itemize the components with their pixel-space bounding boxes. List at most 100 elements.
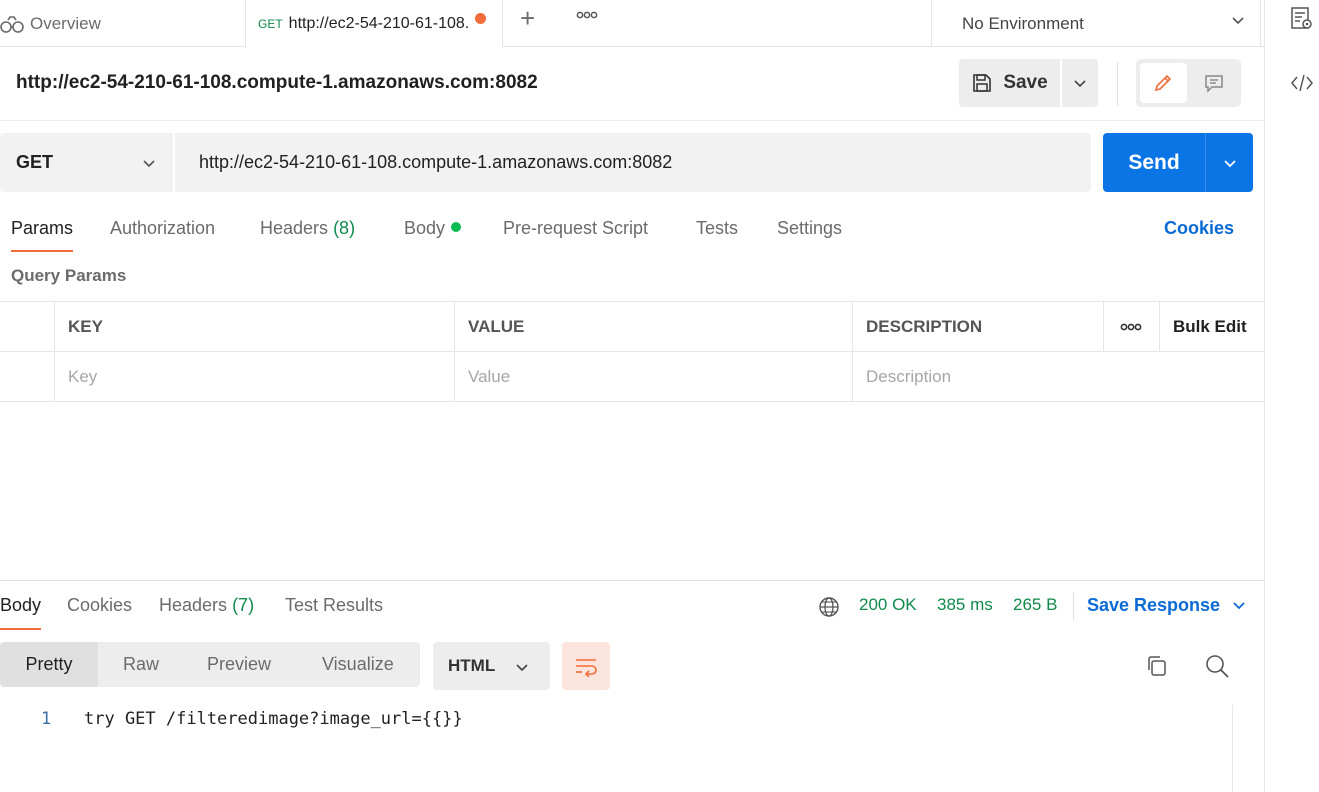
chevron-down-icon [1233, 602, 1245, 610]
response-tab-test-results[interactable]: Test Results [285, 595, 383, 616]
tab-authorization-label: Authorization [110, 218, 216, 238]
view-pretty-button[interactable]: Pretty [0, 642, 98, 687]
tab-method: GET [258, 17, 283, 31]
chevron-down-icon [1074, 80, 1086, 88]
method-label: GET [16, 152, 54, 172]
tab-overview[interactable]: Overview [0, 0, 245, 47]
environment-selector[interactable]: No Environment [931, 0, 1261, 47]
response-time[interactable]: 385 ms [937, 595, 993, 615]
description-input[interactable]: Description [852, 352, 1264, 401]
tab-headers[interactable]: Headers (8) [260, 218, 355, 239]
response-tabs: Body Cookies Headers (7) Test Results 20… [0, 590, 1264, 630]
query-params-title: Query Params [11, 266, 127, 285]
word-wrap-button[interactable] [562, 642, 610, 690]
chevron-down-icon [516, 664, 528, 672]
right-sidebar-rail [1264, 0, 1319, 792]
new-tab-plus-icon[interactable]: + [520, 3, 535, 34]
wrap-lines-icon [576, 659, 597, 677]
chevron-down-icon [143, 160, 155, 168]
tab-settings-label: Settings [777, 218, 843, 238]
save-response-button[interactable]: Save Response [1087, 595, 1247, 616]
edit-mode-button[interactable] [1140, 63, 1187, 103]
response-size[interactable]: 265 B [1013, 595, 1057, 615]
request-tabs: Params Authorization Headers (8) Body Pr… [0, 214, 1264, 252]
line-number: 1 [41, 709, 52, 729]
tab-authorization[interactable]: Authorization [110, 218, 215, 239]
mode-toggle [1136, 59, 1241, 107]
response-tab-body[interactable]: Body [0, 595, 42, 630]
save-disk-icon [973, 74, 992, 92]
send-button-group: Send [1103, 133, 1253, 192]
tab-request-active[interactable]: GET http://ec2-54-210-61-108.compute-1.a… [245, 0, 503, 48]
format-select[interactable]: HTML [433, 642, 550, 690]
response-body-editor[interactable]: 1 try GET /filteredimage?image_url={{}} [0, 705, 1232, 792]
url-input[interactable]: http://ec2-54-210-61-108.compute-1.amazo… [175, 133, 1091, 192]
column-options-more-icon[interactable] [1103, 302, 1160, 351]
chevron-down-icon [1232, 17, 1244, 25]
status-code[interactable]: 200 OK [859, 595, 917, 615]
params-table: KEY VALUE DESCRIPTION Bulk Edit Key Valu… [0, 301, 1264, 402]
save-response-label: Save Response [1087, 595, 1221, 615]
row-checkbox-cell [0, 352, 54, 401]
tab-prerequest-label: Pre-request Script [503, 218, 649, 238]
copy-icon[interactable] [1145, 654, 1169, 678]
view-preview-button[interactable]: Preview [207, 642, 271, 687]
tab-tests[interactable]: Tests [696, 218, 738, 239]
active-tab-underline [0, 628, 42, 630]
binoculars-icon [0, 15, 24, 33]
send-options-button[interactable] [1205, 133, 1253, 192]
scrollbar[interactable] [1232, 705, 1233, 792]
comments-button[interactable] [1191, 63, 1238, 103]
key-input[interactable]: Key [54, 352, 454, 401]
response-headers-count: (7) [232, 595, 255, 615]
format-label: HTML [448, 656, 496, 675]
environment-quick-look-icon[interactable] [1290, 6, 1314, 32]
active-tab-underline [11, 250, 74, 252]
table-row: Key Value Description [0, 352, 1264, 402]
headers-count: (8) [333, 218, 356, 238]
comment-icon [1205, 75, 1223, 93]
body-indicator-dot-icon [451, 222, 462, 232]
tab-settings[interactable]: Settings [777, 218, 842, 239]
response-tab-body-label: Body [0, 595, 42, 615]
save-label: Save [1003, 72, 1048, 93]
table-header-row: KEY VALUE DESCRIPTION Bulk Edit [0, 302, 1264, 352]
tab-params[interactable]: Params [11, 218, 74, 252]
response-tab-headers[interactable]: Headers (7) [159, 595, 254, 616]
divider [0, 120, 1264, 121]
tab-url: http://ec2-54-210-61-108.compute-1.amazo… [288, 15, 469, 32]
checkbox-column [0, 302, 54, 351]
divider [1073, 592, 1074, 620]
response-divider[interactable] [0, 580, 1264, 581]
unsaved-dot-icon [475, 13, 486, 24]
value-input[interactable]: Value [454, 352, 853, 401]
request-title[interactable]: http://ec2-54-210-61-108.compute-1.amazo… [16, 72, 538, 94]
save-button-group: Save [959, 59, 1098, 107]
column-value: VALUE [454, 302, 853, 351]
view-raw-button[interactable]: Raw [123, 642, 159, 687]
tab-body-label: Body [404, 218, 446, 238]
tab-body[interactable]: Body [404, 218, 462, 239]
send-button[interactable]: Send [1103, 133, 1205, 192]
tab-overview-label: Overview [30, 13, 101, 33]
save-options-button[interactable] [1060, 59, 1098, 107]
divider [1117, 62, 1118, 106]
search-icon[interactable] [1204, 653, 1230, 679]
method-select[interactable]: GET [0, 133, 173, 192]
code-snippet-icon[interactable] [1289, 72, 1315, 94]
cookies-link[interactable]: Cookies [1164, 218, 1234, 239]
top-tab-bar: Overview GET http://ec2-54-210-61-108.co… [0, 0, 1319, 48]
response-tab-cookies[interactable]: Cookies [67, 595, 132, 616]
bulk-edit-button[interactable]: Bulk Edit [1159, 302, 1264, 351]
tab-tests-label: Tests [696, 218, 739, 238]
tab-params-label: Params [11, 218, 74, 238]
view-visualize-button[interactable]: Visualize [322, 642, 394, 687]
tab-prerequest-script[interactable]: Pre-request Script [503, 218, 648, 239]
globe-icon[interactable] [818, 596, 840, 618]
save-button[interactable]: Save [959, 59, 1060, 107]
tab-more-icon[interactable] [576, 8, 598, 25]
chevron-down-icon [1223, 159, 1236, 167]
response-tab-test-results-label: Test Results [285, 595, 384, 615]
code-line: try GET /filteredimage?image_url={{}} [84, 709, 463, 729]
column-key: KEY [54, 302, 454, 351]
